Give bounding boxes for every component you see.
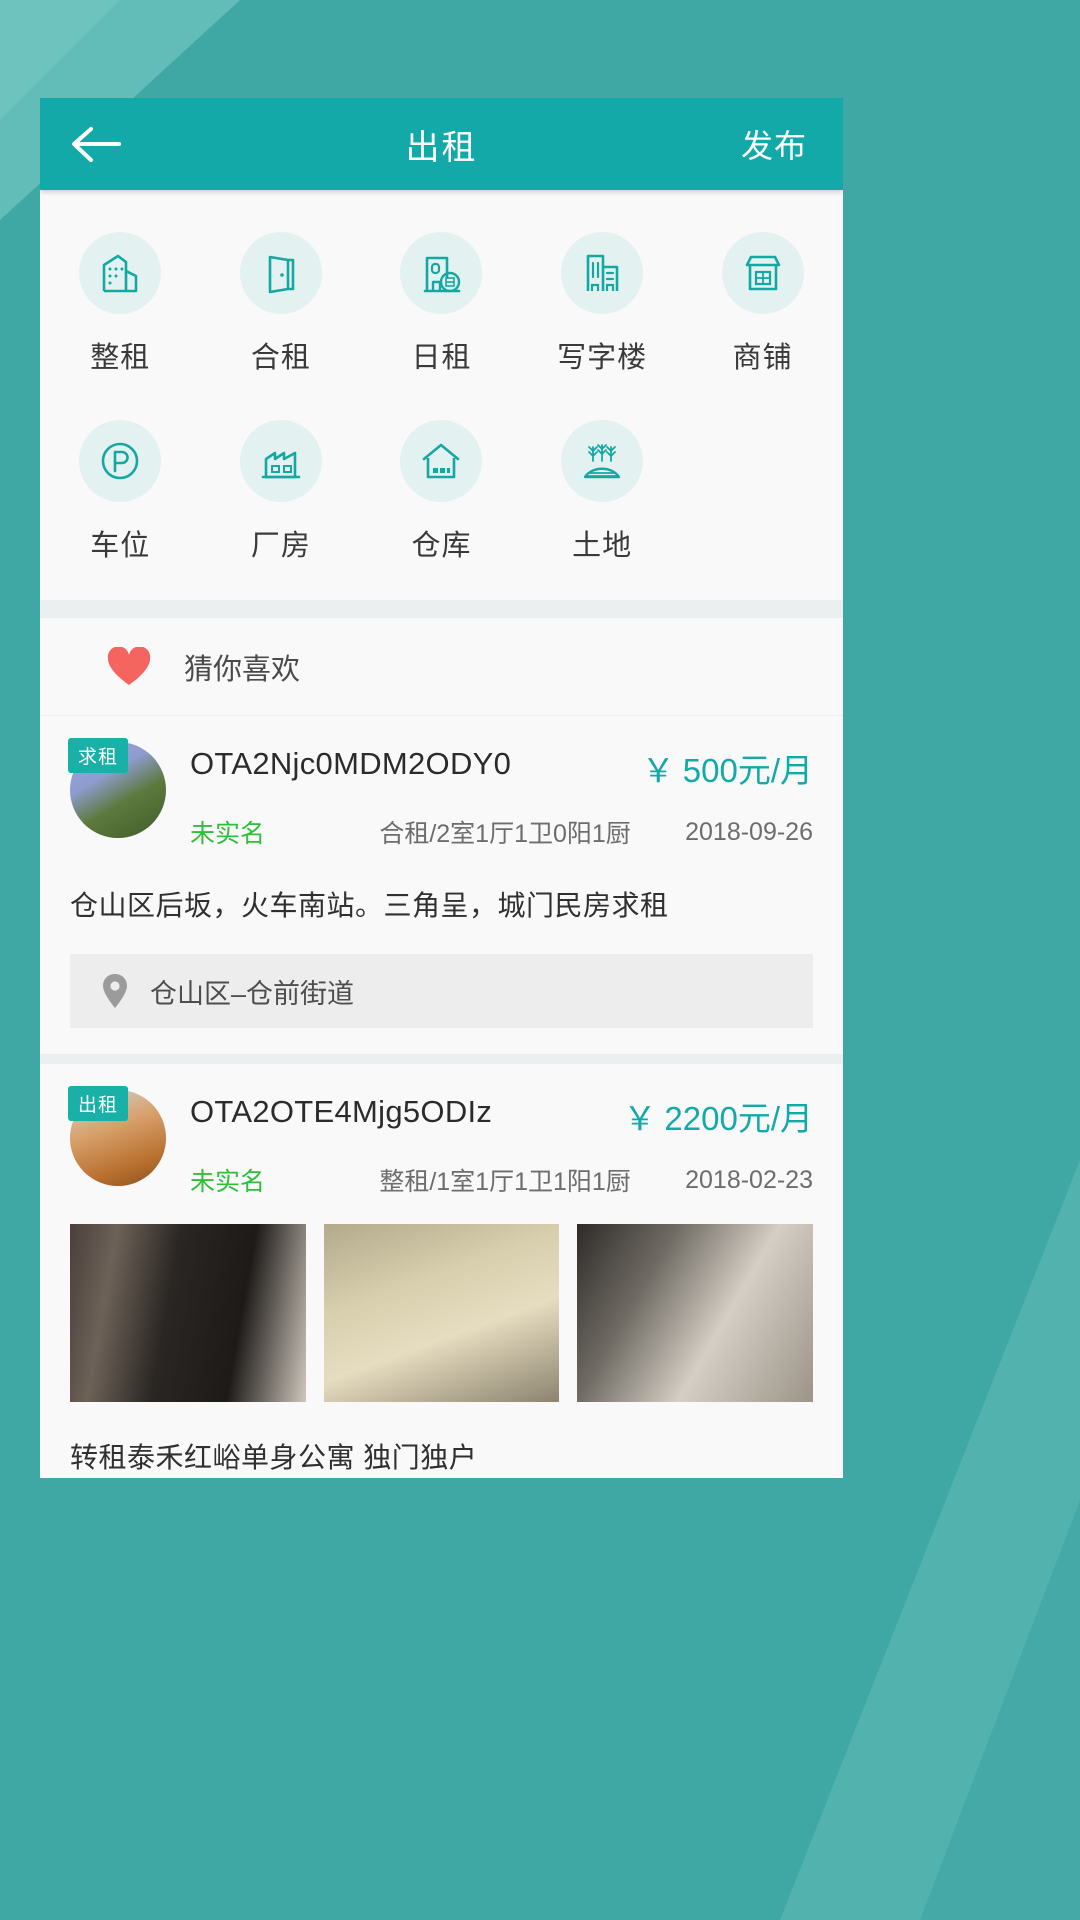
page-title: 出租 <box>405 128 478 167</box>
category-row-2: 车位 厂房 仓库 土地 <box>40 420 843 564</box>
category-label: 日租 <box>411 342 472 374</box>
currency-symbol: ￥ <box>641 752 675 789</box>
category-item-tudi[interactable]: 土地 <box>522 420 683 564</box>
listing-description: 仓山区后坂，火车南站。三角呈，城门民房求租 <box>70 890 669 921</box>
category-item-cangku[interactable]: 仓库 <box>361 420 522 564</box>
map-pin-icon <box>100 972 130 1010</box>
listing-info: OTA2OTE4Mjg5ODIz ￥ 2200元/月 未实名 整租/1室1厅1卫1… <box>166 1090 813 1198</box>
parking-icon <box>79 420 162 502</box>
listing-spec: 整租/1室1厅1卫1阳1厨 <box>379 1168 631 1196</box>
category-item-hezu[interactable]: 合租 <box>201 232 362 376</box>
listing-meta-row: 未实名 合租/2室1厅1卫0阳1厨 2018-09-26 <box>190 814 813 850</box>
app-screen: 出租 发布 整租 合租 日租 写字楼 商铺 车位 厂房 仓库 土地 猜你喜欢 求… <box>40 98 843 1478</box>
category-item-zhengzu[interactable]: 整租 <box>40 232 201 376</box>
warehouse-icon <box>400 420 483 502</box>
category-row-1: 整租 合租 日租 写字楼 商铺 <box>40 232 843 376</box>
category-item-chewei[interactable]: 车位 <box>40 420 201 564</box>
status-badge: 出租 <box>68 1086 129 1121</box>
listing-card[interactable]: 出租 OTA2OTE4Mjg5ODIz ￥ 2200元/月 未实名 整租/1室1厅… <box>40 1064 843 1478</box>
listing-spec: 合租/2室1厅1卫0阳1厨 <box>379 820 631 848</box>
listing-description: 转租泰禾红峪单身公寓 独门独户 <box>70 1442 478 1473</box>
app-header: 出租 发布 <box>40 98 843 190</box>
verify-status: 未实名 <box>190 1168 266 1196</box>
category-item-empty <box>682 420 843 564</box>
avatar-wrapper: 出租 <box>68 1086 166 1198</box>
bg-triangle-bottom-right-inner <box>920 1500 1080 1920</box>
back-button[interactable] <box>40 98 150 190</box>
section-divider <box>40 600 843 618</box>
arrow-left-icon <box>69 124 121 164</box>
category-item-changfang[interactable]: 厂房 <box>201 420 362 564</box>
category-label: 厂房 <box>250 530 311 562</box>
listing-header: 出租 OTA2OTE4Mjg5ODIz ￥ 2200元/月 未实名 整租/1室1厅… <box>68 1086 813 1198</box>
publish-button[interactable]: 发布 <box>741 121 843 167</box>
category-panel: 整租 合租 日租 写字楼 商铺 车位 厂房 仓库 土地 <box>40 190 843 600</box>
category-label: 车位 <box>90 530 151 562</box>
recommend-header: 猜你喜欢 <box>40 618 843 716</box>
factory-icon <box>239 420 322 502</box>
listing-location-bar[interactable]: 仓山区–仓前街道 <box>70 954 813 1028</box>
category-label: 土地 <box>572 530 633 562</box>
listing-price: ￥ 2200元/月 <box>623 1090 813 1140</box>
price-value: 2200元/月 <box>664 1100 813 1137</box>
listing-title-row: OTA2Njc0MDM2ODY0 ￥ 500元/月 <box>190 742 813 792</box>
listing-thumbnail[interactable] <box>70 1224 306 1402</box>
building-icon <box>79 232 162 314</box>
listing-title: OTA2Njc0MDM2ODY0 <box>190 746 512 781</box>
scroll-container[interactable]: 整租 合租 日租 写字楼 商铺 车位 厂房 仓库 土地 猜你喜欢 求租 OTA2… <box>40 190 843 1478</box>
farmland-icon <box>561 420 644 502</box>
listing-title: OTA2OTE4Mjg5ODIz <box>190 1094 493 1129</box>
listing-header: 求租 OTA2Njc0MDM2ODY0 ￥ 500元/月 未实名 合租/2室1厅1… <box>68 738 813 850</box>
listing-card[interactable]: 求租 OTA2Njc0MDM2ODY0 ￥ 500元/月 未实名 合租/2室1厅1… <box>40 716 843 1064</box>
category-label: 整租 <box>90 342 151 374</box>
shop-icon <box>721 232 804 314</box>
recommend-title: 猜你喜欢 <box>184 653 301 686</box>
listing-date: 2018-09-26 <box>685 817 813 846</box>
category-label: 写字楼 <box>557 342 648 374</box>
door-icon <box>239 232 322 314</box>
category-label: 商铺 <box>732 342 793 374</box>
category-item-rizu[interactable]: 日租 <box>361 232 522 376</box>
category-item-shangpu[interactable]: 商铺 <box>682 232 843 376</box>
listing-meta-row: 未实名 整租/1室1厅1卫1阳1厨 2018-02-23 <box>190 1162 813 1198</box>
office-tower-icon <box>561 232 644 314</box>
avatar-wrapper: 求租 <box>68 738 166 850</box>
listing-info: OTA2Njc0MDM2ODY0 ￥ 500元/月 未实名 合租/2室1厅1卫0阳… <box>166 742 813 850</box>
currency-symbol: ￥ <box>623 1100 657 1137</box>
price-value: 500元/月 <box>682 752 813 789</box>
listing-location: 仓山区–仓前街道 <box>150 978 355 1009</box>
listing-title-row: OTA2OTE4Mjg5ODIz ￥ 2200元/月 <box>190 1090 813 1140</box>
listing-date: 2018-02-23 <box>685 1165 813 1194</box>
heart-icon <box>106 646 152 687</box>
category-label: 合租 <box>250 342 311 374</box>
building-clock-icon <box>400 232 483 314</box>
category-item-xiezilou[interactable]: 写字楼 <box>522 232 683 376</box>
listing-price: ￥ 500元/月 <box>642 742 813 792</box>
status-badge: 求租 <box>68 738 129 773</box>
listing-thumbnail[interactable] <box>577 1224 814 1402</box>
listing-thumbnails <box>70 1224 814 1402</box>
verify-status: 未实名 <box>190 820 266 848</box>
listing-thumbnail[interactable] <box>323 1224 560 1402</box>
category-label: 仓库 <box>411 530 472 562</box>
